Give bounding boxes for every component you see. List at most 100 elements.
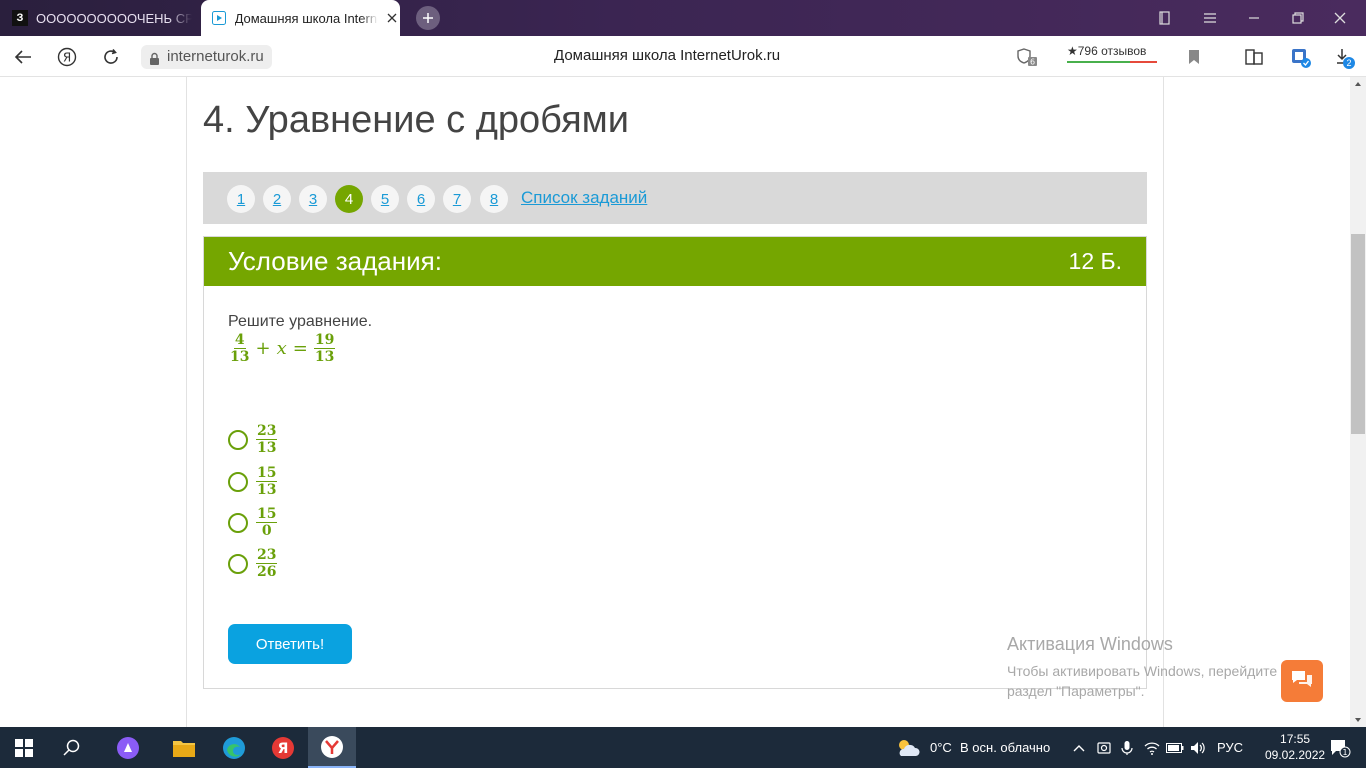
option-fraction: 15 0 xyxy=(256,506,278,539)
scrollbar-thumb[interactable] xyxy=(1351,234,1365,434)
tab-inactive[interactable]: З ООООООООООЧЕНЬ СРОЧНО xyxy=(0,0,200,36)
watermark-line: Чтобы активировать Windows, перейдите в xyxy=(1007,663,1277,679)
weather-cloud-icon[interactable] xyxy=(886,727,930,768)
tab-title: Домашняя школа InternetUrok.ru xyxy=(234,10,379,26)
page-title-text: Домашняя школа InternetUrok.ru xyxy=(554,47,781,64)
task-list-link[interactable]: Список заданий xyxy=(521,188,647,208)
fraction-numerator: 4 xyxy=(233,332,246,349)
task-points: 12 Б. xyxy=(1068,248,1122,274)
alice-assistant-icon[interactable] xyxy=(104,727,152,768)
edge-browser-icon[interactable] xyxy=(210,727,258,768)
svg-text:Я: Я xyxy=(278,741,289,757)
weather-temp[interactable]: 0°C xyxy=(930,740,952,755)
address-field[interactable]: interneturok.ru xyxy=(141,45,272,69)
new-tab-button[interactable] xyxy=(416,6,440,30)
fraction-numerator: 23 xyxy=(256,423,278,440)
svg-text:6: 6 xyxy=(1030,58,1035,67)
page-link-3[interactable]: 3 xyxy=(299,185,327,213)
page-link-1[interactable]: 1 xyxy=(227,185,255,213)
reviews-badge[interactable]: ★796 отзывов xyxy=(1067,44,1157,63)
yandex-logo-icon[interactable]: Я xyxy=(54,44,80,70)
fraction-denominator: 13 xyxy=(257,482,277,498)
rating-bar xyxy=(1067,61,1157,63)
fraction-denominator: 13 xyxy=(257,440,277,456)
lock-icon xyxy=(149,50,160,74)
minimize-icon[interactable] xyxy=(1232,0,1276,36)
equals-sign: = xyxy=(292,338,308,359)
file-explorer-icon[interactable] xyxy=(160,727,208,768)
chevron-up-icon[interactable] xyxy=(1066,727,1092,768)
battery-icon[interactable] xyxy=(1163,727,1187,768)
fraction-left: 4 13 xyxy=(230,333,249,364)
protect-icon[interactable]: 6 xyxy=(1014,44,1040,70)
close-tab-icon[interactable] xyxy=(384,10,400,26)
fraction-numerator: 19 xyxy=(313,332,336,349)
play-icon xyxy=(211,10,227,26)
svg-text:Я: Я xyxy=(63,51,71,65)
restore-icon[interactable] xyxy=(1276,0,1320,36)
radio-button[interactable] xyxy=(228,429,248,450)
page-heading: 4. Уравнение с дробями xyxy=(203,99,630,141)
option-fraction: 23 13 xyxy=(256,423,278,456)
page-link-5[interactable]: 5 xyxy=(371,185,399,213)
yandex-browser-icon[interactable] xyxy=(308,727,356,768)
variable-x: x xyxy=(276,338,287,359)
task-panel: Условие задания: 12 Б. Решите уравнение.… xyxy=(203,236,1147,689)
clock[interactable]: 17:55 09.02.2022 xyxy=(1265,731,1325,763)
back-arrow-icon[interactable] xyxy=(10,44,36,70)
page-link-2[interactable]: 2 xyxy=(263,185,291,213)
submit-answer-button[interactable]: Ответить! xyxy=(228,624,352,664)
task-header: Условие задания: 12 Б. xyxy=(204,237,1146,286)
collections-icon[interactable] xyxy=(1241,44,1267,70)
svg-text:1: 1 xyxy=(1342,748,1347,757)
option-fraction: 15 13 xyxy=(256,465,278,498)
volume-icon[interactable] xyxy=(1186,727,1210,768)
watermark-line: раздел "Параметры". xyxy=(1007,683,1145,699)
yandex-app-icon[interactable]: Я xyxy=(259,727,307,768)
fraction-denominator: 13 xyxy=(314,349,335,365)
option-fraction: 23 26 xyxy=(256,548,278,580)
tab-favicon: З xyxy=(12,10,28,26)
close-window-icon[interactable] xyxy=(1318,0,1362,36)
plus-sign: + xyxy=(255,338,271,359)
start-windows-icon[interactable] xyxy=(0,727,48,768)
windows-taskbar: Я 0°C В осн. облачно РУС 17:55 09.02.202… xyxy=(0,727,1366,768)
input-language[interactable]: РУС xyxy=(1217,740,1243,755)
chat-button[interactable] xyxy=(1281,660,1323,702)
reload-icon[interactable] xyxy=(98,44,124,70)
answer-option-2[interactable]: 15 13 xyxy=(228,465,278,498)
answer-option-1[interactable]: 23 13 xyxy=(228,423,278,456)
page-link-4-active[interactable]: 4 xyxy=(335,185,363,213)
answer-option-4[interactable]: 23 26 xyxy=(228,548,278,580)
task-pager: 1 2 3 4 5 6 7 8 Список заданий xyxy=(203,172,1147,224)
microphone-icon[interactable] xyxy=(1115,727,1139,768)
clock-date: 09.02.2022 xyxy=(1265,748,1326,762)
fraction-numerator: 15 xyxy=(256,506,278,523)
bookmark-icon[interactable] xyxy=(1181,44,1207,70)
equation: 4 13 + x = 19 13 xyxy=(230,332,336,365)
windows-activation-watermark: Активация Windows Чтобы активировать Win… xyxy=(1007,634,1277,701)
notification-center-icon[interactable]: 1 xyxy=(1320,727,1360,768)
wifi-icon[interactable] xyxy=(1140,727,1164,768)
page-link-7[interactable]: 7 xyxy=(443,185,471,213)
radio-button[interactable] xyxy=(228,471,248,492)
page-content: 4. Уравнение с дробями 1 2 3 4 5 6 7 8 С… xyxy=(0,77,1350,727)
search-icon[interactable] xyxy=(48,727,96,768)
fraction-numerator: 15 xyxy=(256,465,278,482)
radio-button[interactable] xyxy=(228,512,248,533)
fraction-denominator: 26 xyxy=(257,564,277,580)
answer-option-3[interactable]: 15 0 xyxy=(228,506,278,539)
radio-button[interactable] xyxy=(228,553,248,574)
page-scrollbar[interactable] xyxy=(1350,77,1366,727)
page-link-8[interactable]: 8 xyxy=(480,185,508,213)
weather-desc[interactable]: В осн. облачно xyxy=(960,740,1050,755)
extension-icon[interactable] xyxy=(1287,44,1313,70)
bookmarks-panel-icon[interactable] xyxy=(1143,0,1187,36)
tab-active[interactable]: Домашняя школа InternetUrok.ru xyxy=(201,0,400,36)
clock-time: 17:55 xyxy=(1280,732,1311,746)
menu-icon[interactable] xyxy=(1188,0,1232,36)
page-link-6[interactable]: 6 xyxy=(407,185,435,213)
fraction-denominator: 0 xyxy=(261,523,272,539)
downloads-count-badge: 2 xyxy=(1343,57,1355,69)
camera-icon[interactable] xyxy=(1092,727,1116,768)
